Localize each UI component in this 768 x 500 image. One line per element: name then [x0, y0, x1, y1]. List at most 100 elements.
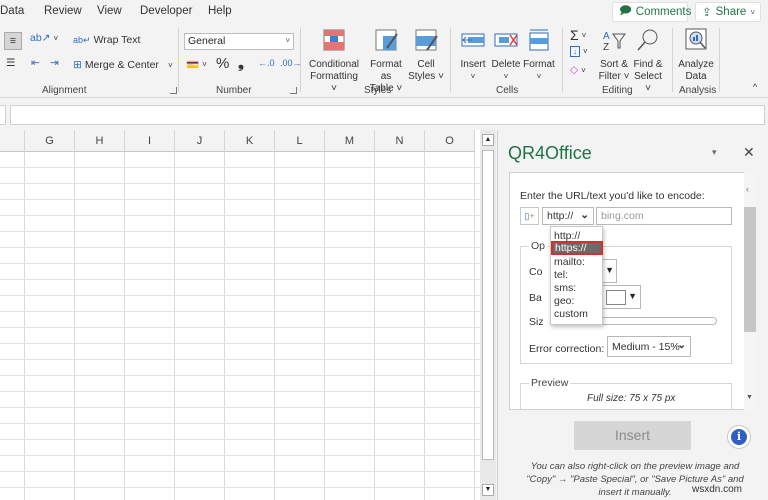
- close-icon[interactable]: ✕: [743, 144, 755, 161]
- align-middle-button[interactable]: ≡: [4, 32, 22, 50]
- find-select-button[interactable]: Find & Select ˅: [630, 28, 666, 95]
- alignment-launcher-icon[interactable]: [170, 87, 177, 94]
- sheet-vertical-scrollbar[interactable]: ▲ ▼: [480, 130, 496, 500]
- format-cells-icon: [529, 29, 549, 51]
- column-header-k[interactable]: K: [225, 130, 275, 152]
- accounting-format-button[interactable]: 💳 ˅: [186, 58, 207, 71]
- wrap-text-button[interactable]: ab↵ Wrap Text: [73, 34, 140, 46]
- fill-button[interactable]: ↓ ˅: [570, 46, 588, 57]
- pane-title: QR4Office: [508, 143, 592, 163]
- menu-help[interactable]: Help: [208, 5, 232, 17]
- menu-review[interactable]: Review: [44, 5, 82, 17]
- chevron-down-icon: ˅: [750, 7, 755, 17]
- column-header-j[interactable]: J: [175, 130, 225, 152]
- column-header-n[interactable]: N: [375, 130, 425, 152]
- protocol-option[interactable]: tel:: [554, 269, 568, 281]
- scroll-down-icon[interactable]: ▼: [482, 484, 494, 496]
- protocol-option[interactable]: mailto:: [554, 256, 585, 268]
- spreadsheet-grid[interactable]: GHIJKLMNO: [0, 130, 480, 500]
- column-header-m[interactable]: M: [325, 130, 375, 152]
- format-cells-button[interactable]: Format ˅: [522, 28, 556, 83]
- increase-indent-icon: ⇥: [50, 57, 59, 69]
- percent-button[interactable]: %: [216, 55, 229, 72]
- chevron-down-icon: ˅: [167, 60, 173, 70]
- decrease-decimal-button[interactable]: .00→: [280, 58, 302, 68]
- chevron-down-icon: ˅: [581, 65, 586, 75]
- pane-scroll-thumb[interactable]: [744, 207, 756, 332]
- protocol-option[interactable]: sms:: [554, 282, 576, 294]
- align-middle-icon: ≡: [9, 35, 17, 47]
- column-header-g[interactable]: G: [25, 130, 75, 152]
- fill-down-icon: ↓: [570, 46, 580, 57]
- format-as-table-icon: [375, 29, 398, 51]
- share-button[interactable]: ⇪ Share ˅: [695, 2, 761, 22]
- autosum-button[interactable]: Σ ˅: [570, 27, 586, 43]
- group-label-analysis: Analysis: [679, 85, 717, 96]
- conditional-formatting-button[interactable]: Conditional Formatting ˅: [306, 28, 362, 95]
- number-launcher-icon[interactable]: [290, 87, 297, 94]
- name-box[interactable]: [0, 105, 6, 125]
- insert-from-cell-button[interactable]: ▯+: [520, 207, 539, 225]
- column-header-i[interactable]: I: [125, 130, 175, 152]
- protocol-select[interactable]: http:// ⌄: [542, 207, 594, 225]
- conditional-formatting-icon: [323, 29, 345, 51]
- collapse-ribbon-icon[interactable]: ^: [753, 82, 757, 92]
- formula-input[interactable]: [10, 105, 765, 125]
- group-label-styles: Styles: [364, 85, 392, 96]
- pane-scrollbar[interactable]: ‹ ▼: [744, 172, 756, 410]
- chevron-down-icon: ⌄: [580, 209, 589, 221]
- column-header-h[interactable]: H: [75, 130, 125, 152]
- url-input[interactable]: bing.com: [596, 207, 732, 225]
- divider: [178, 28, 179, 92]
- increase-decimal-icon: ←.0: [258, 58, 275, 68]
- analyze-data-button[interactable]: Analyze Data: [676, 28, 716, 83]
- chevron-down-icon: ˅: [53, 33, 59, 43]
- menu-developer[interactable]: Developer: [140, 5, 192, 17]
- protocol-option[interactable]: custom: [554, 308, 588, 320]
- group-label-cells: Cells: [496, 85, 519, 96]
- wrap-text-icon: ab↵: [73, 34, 91, 45]
- dropdown-arrow-icon: ▼: [628, 291, 637, 301]
- error-correction-label: Error correction:: [529, 343, 605, 355]
- decrease-indent-button[interactable]: ⇤: [31, 57, 40, 69]
- insert-cells-button[interactable]: Insert ˅: [456, 28, 490, 83]
- comma-button[interactable]: ❟: [238, 55, 244, 72]
- align-right-button[interactable]: ☰: [6, 57, 15, 69]
- info-button[interactable]: i: [727, 425, 751, 449]
- protocol-option-highlighted[interactable]: https://: [551, 241, 603, 255]
- increase-decimal-button[interactable]: ←.0: [258, 58, 275, 68]
- insert-button[interactable]: Insert: [574, 421, 691, 450]
- delete-cells-button[interactable]: Delete ˅: [490, 28, 522, 83]
- clear-button[interactable]: ◇ ˅: [570, 64, 586, 76]
- number-format-select[interactable]: General ˅: [184, 33, 294, 50]
- sigma-icon: Σ: [570, 27, 579, 43]
- menu-view[interactable]: View: [97, 5, 122, 17]
- comments-button[interactable]: 🗩 Comments: [612, 2, 691, 22]
- column-header-f[interactable]: [0, 130, 25, 152]
- chevron-left-icon[interactable]: ‹: [746, 184, 749, 194]
- align-right-icon: ☰: [6, 57, 16, 69]
- merge-center-button[interactable]: ⊞ Merge & Center ˅: [73, 59, 173, 71]
- group-label-alignment: Alignment: [42, 85, 87, 96]
- divider: [672, 28, 673, 92]
- scroll-up-icon[interactable]: ▲: [482, 134, 494, 146]
- menu-data[interactable]: Data: [0, 5, 24, 17]
- scroll-thumb[interactable]: [482, 150, 494, 460]
- error-correction-select[interactable]: Medium - 15% ⌄: [607, 336, 691, 357]
- orientation-button[interactable]: ab↗ ˅: [30, 32, 58, 44]
- size-label: Siz: [529, 316, 544, 328]
- cell-styles-button[interactable]: Cell Styles ˅: [408, 28, 444, 83]
- sort-filter-button[interactable]: AZ Sort & Filter ˅: [596, 28, 632, 83]
- protocol-option[interactable]: geo:: [554, 295, 574, 307]
- chevron-down-icon: ˅: [536, 72, 542, 81]
- scroll-down-icon[interactable]: ▼: [746, 394, 753, 401]
- column-header-l[interactable]: L: [275, 130, 325, 152]
- background-label: Ba: [529, 292, 542, 304]
- column-header-o[interactable]: O: [425, 130, 475, 152]
- increase-indent-button[interactable]: ⇥: [50, 57, 59, 69]
- color-label: Co: [529, 266, 543, 278]
- watermark: wsxdn.com: [692, 484, 743, 495]
- pane-options-icon[interactable]: ▾: [712, 147, 717, 158]
- svg-text:Z: Z: [603, 42, 609, 52]
- ribbon: ≡ ab↗ ˅ ☰ ⇤ ⇥ ab↵ Wrap Text ⊞ Merge & Cente…: [0, 24, 768, 98]
